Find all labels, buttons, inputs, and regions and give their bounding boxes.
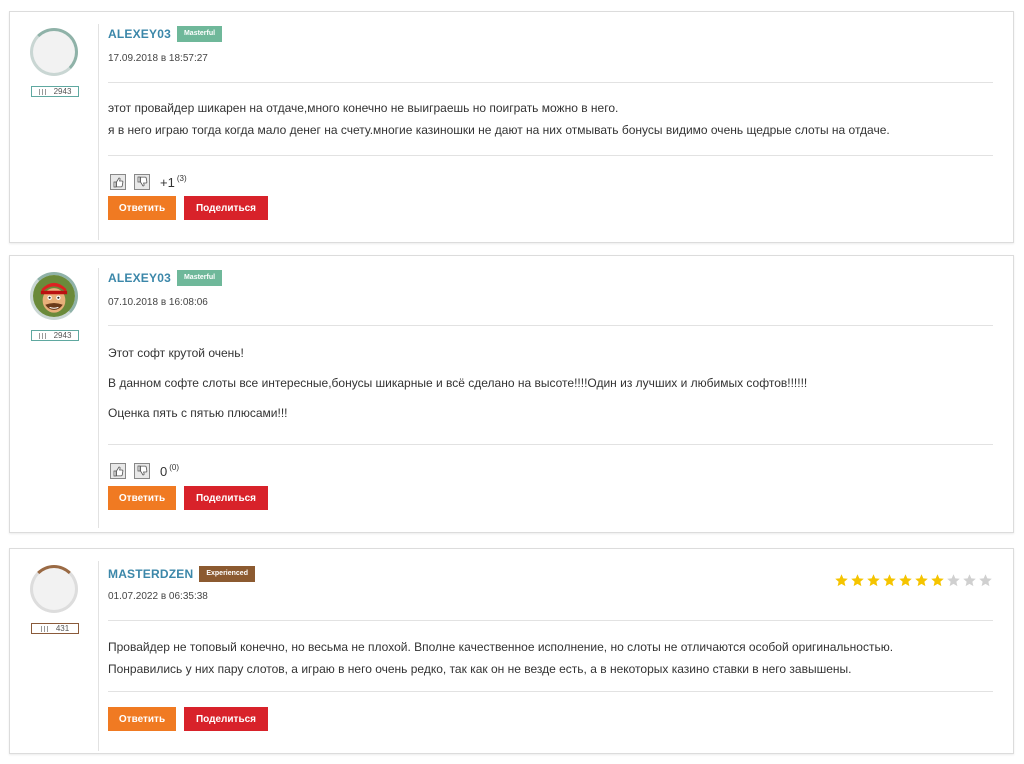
points-bars-icon xyxy=(38,88,48,95)
comment-actions: Ответить Поделиться xyxy=(108,707,268,731)
comment-paragraph: я в него играю тогда когда мало денег на… xyxy=(108,123,890,137)
comment-header: MASTERDZEN Experienced xyxy=(108,566,255,582)
vote-controls: 0 (0) xyxy=(110,463,179,479)
like-button[interactable] xyxy=(110,174,126,190)
comment-header: ALEXEY03 Masterful xyxy=(108,270,223,286)
author-column: 2943 xyxy=(10,256,98,532)
share-button[interactable]: Поделиться xyxy=(184,707,268,731)
comment-paragraph: Оценка пять с пятью плюсами!!! xyxy=(108,406,288,420)
avatar[interactable] xyxy=(30,565,78,613)
share-button[interactable]: Поделиться xyxy=(184,196,268,220)
star-icon xyxy=(851,574,864,587)
comment-paragraph: Понравились у них пару слотов, а играю в… xyxy=(108,662,852,676)
avatar[interactable] xyxy=(30,272,78,320)
comment-body: Провайдер не топовый конечно, но весьма … xyxy=(108,636,893,680)
score-value: +1 xyxy=(160,174,175,190)
vote-count: (0) xyxy=(169,462,180,472)
star-icon xyxy=(867,574,880,587)
comment-paragraph: Провайдер не топовый конечно, но весьма … xyxy=(108,640,894,654)
author-column: 2943 xyxy=(10,12,98,242)
header-separator xyxy=(108,620,993,621)
header-separator xyxy=(108,82,993,83)
vote-score: +1 (3) xyxy=(160,173,187,190)
comment-body: этот провайдер шикарен на отдаче,много к… xyxy=(108,97,890,141)
header-separator xyxy=(108,325,993,326)
star-icon xyxy=(931,574,944,587)
star-icon xyxy=(835,574,848,587)
comment-paragraph: этот провайдер шикарен на отдаче,много к… xyxy=(108,101,619,115)
star-icon xyxy=(883,574,896,587)
reply-button[interactable]: Ответить xyxy=(108,196,176,220)
points-bars-icon xyxy=(38,332,48,339)
score-value: 0 xyxy=(160,463,168,479)
user-points: 2943 xyxy=(31,330,79,341)
username-link[interactable]: MASTERDZEN xyxy=(108,567,193,581)
column-divider xyxy=(98,24,99,240)
comment-card: 2943 ALEXEY03 Masterful 17.09.2018 в 18:… xyxy=(9,11,1014,243)
username-link[interactable]: ALEXEY03 xyxy=(108,27,171,41)
column-divider xyxy=(98,561,99,751)
comment-paragraph: Этот софт крутой очень! xyxy=(108,346,244,360)
points-value: 431 xyxy=(55,624,70,633)
dislike-button[interactable] xyxy=(134,463,150,479)
vote-score: 0 (0) xyxy=(160,462,180,479)
cartoon-character-icon xyxy=(33,275,75,317)
star-icon xyxy=(947,574,960,587)
star-icon xyxy=(963,574,976,587)
dislike-button[interactable] xyxy=(134,174,150,190)
comment-date: 17.09.2018 в 18:57:27 xyxy=(108,53,208,64)
thumbs-up-icon xyxy=(113,177,124,188)
comment-body: Этот софт крутой очень! В данном софте с… xyxy=(108,342,807,424)
points-value: 2943 xyxy=(53,87,72,96)
body-separator xyxy=(108,155,993,156)
comment-header: ALEXEY03 Masterful xyxy=(108,26,223,42)
like-button[interactable] xyxy=(110,463,126,479)
comment-paragraph: В данном софте слоты все интересные,бону… xyxy=(108,376,808,390)
body-separator xyxy=(108,691,993,692)
column-divider xyxy=(98,268,99,528)
comment-card: 431 MASTERDZEN Experienced 01.07.2022 в … xyxy=(9,548,1014,754)
body-separator xyxy=(108,444,993,445)
comment-actions: Ответить Поделиться xyxy=(108,486,268,510)
user-points: 431 xyxy=(31,623,79,634)
rank-badge: Experienced xyxy=(199,566,255,582)
avatar[interactable] xyxy=(30,28,78,76)
reply-button[interactable]: Ответить xyxy=(108,486,176,510)
comment-date: 01.07.2022 в 06:35:38 xyxy=(108,591,208,602)
comment-date: 07.10.2018 в 16:08:06 xyxy=(108,297,208,308)
thumbs-down-icon xyxy=(137,176,148,187)
rating-stars xyxy=(834,573,993,588)
thumbs-up-icon xyxy=(113,466,124,477)
star-icon xyxy=(899,574,912,587)
rank-badge: Masterful xyxy=(176,26,223,42)
rank-badge: Masterful xyxy=(176,270,223,286)
user-points: 2943 xyxy=(31,86,79,97)
username-link[interactable]: ALEXEY03 xyxy=(108,271,171,285)
points-value: 2943 xyxy=(53,331,72,340)
comment-actions: Ответить Поделиться xyxy=(108,196,268,220)
star-icon xyxy=(915,574,928,587)
points-bars-icon xyxy=(40,625,50,632)
reply-button[interactable]: Ответить xyxy=(108,707,176,731)
vote-controls: +1 (3) xyxy=(110,174,187,190)
author-column: 431 xyxy=(10,549,98,753)
star-icon xyxy=(979,574,992,587)
comment-card: 2943 ALEXEY03 Masterful 07.10.2018 в 16:… xyxy=(9,255,1014,533)
vote-count: (3) xyxy=(176,173,187,183)
share-button[interactable]: Поделиться xyxy=(184,486,268,510)
thumbs-down-icon xyxy=(137,465,148,476)
